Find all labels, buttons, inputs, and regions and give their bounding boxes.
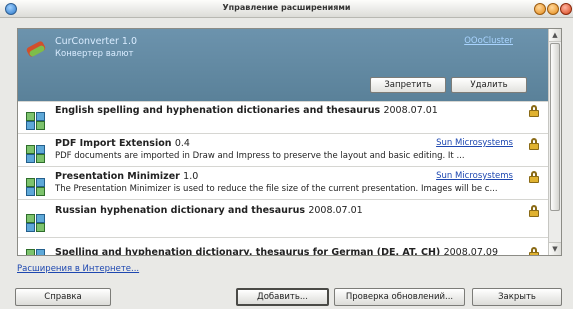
puzzle-icon [25, 111, 47, 131]
lock-icon [529, 205, 539, 217]
disable-button[interactable]: Запретить [370, 77, 446, 93]
puzzle-icon [25, 248, 47, 255]
extension-name-text: Spelling and hyphenation dictionary, the… [55, 247, 441, 256]
extension-name: Russian hyphenation dictionary and thesa… [55, 205, 363, 216]
publisher-link[interactable]: Sun Microsystems [436, 138, 513, 148]
publisher-link[interactable]: OOoCluster [464, 36, 513, 46]
extension-version: 2008.07.01 [383, 105, 438, 116]
extension-version: 2008.07.09 [443, 247, 498, 256]
scrollbar-thumb[interactable] [550, 43, 560, 211]
extension-name: Spelling and hyphenation dictionary, the… [55, 247, 498, 256]
extension-name-text: PDF Import Extension [55, 138, 172, 149]
scroll-up-icon[interactable]: ▲ [549, 29, 561, 42]
extension-item[interactable]: PDF Import Extension 0.4 PDF documents a… [18, 134, 549, 167]
extension-item[interactable]: Spelling and hyphenation dictionary, the… [18, 238, 549, 256]
extension-name-text: English spelling and hyphenation diction… [55, 105, 381, 116]
lock-icon [529, 138, 539, 150]
extension-name: PDF Import Extension 0.4 [55, 138, 190, 149]
lock-icon [529, 105, 539, 117]
extension-item-selected[interactable]: CurConverter 1.0 Конвертер валют OOoClus… [18, 29, 549, 102]
extension-version: 1.0 [183, 171, 199, 182]
extension-version: 1.0 [121, 36, 138, 47]
extension-item[interactable]: English spelling and hyphenation diction… [18, 102, 549, 134]
add-button-label: Добавить... [257, 292, 308, 302]
extension-name: Presentation Minimizer 1.0 [55, 171, 198, 182]
currency-converter-icon [25, 38, 47, 58]
scroll-down-icon[interactable]: ▼ [549, 242, 561, 255]
title-bar[interactable]: Управление расширениями [0, 0, 573, 18]
close-button-label: Закрыть [498, 292, 536, 302]
extension-description: The Presentation Minimizer is used to re… [55, 184, 498, 194]
close-button[interactable]: Закрыть [472, 288, 562, 306]
extension-list[interactable]: CurConverter 1.0 Конвертер валют OOoClus… [17, 28, 562, 256]
extension-item[interactable]: Russian hyphenation dictionary and thesa… [18, 200, 549, 238]
help-button-label: Справка [44, 292, 82, 302]
puzzle-icon [25, 144, 47, 164]
check-updates-button[interactable]: Проверка обновлений... [334, 288, 465, 306]
extension-name-text: Presentation Minimizer [55, 171, 180, 182]
vertical-scrollbar[interactable]: ▲ ▼ [548, 29, 561, 255]
puzzle-icon [25, 177, 47, 197]
close-icon[interactable] [560, 3, 572, 15]
puzzle-icon [25, 213, 47, 233]
extension-name-text: Russian hyphenation dictionary and thesa… [55, 205, 305, 216]
extension-version: 0.4 [174, 138, 190, 149]
add-button[interactable]: Добавить... [236, 288, 329, 306]
extension-description: Конвертер валют [55, 49, 134, 59]
maximize-icon[interactable] [547, 3, 559, 15]
lock-icon [529, 247, 539, 255]
window-title: Управление расширениями [222, 3, 351, 12]
publisher-link[interactable]: Sun Microsystems [436, 171, 513, 181]
help-button[interactable]: Справка [15, 288, 111, 306]
lock-icon [529, 171, 539, 183]
remove-button[interactable]: Удалить [451, 77, 527, 93]
extension-item[interactable]: Presentation Minimizer 1.0 The Presentat… [18, 167, 549, 200]
extension-name-text: CurConverter [55, 36, 119, 47]
extension-name: English spelling and hyphenation diction… [55, 105, 438, 116]
check-updates-button-label: Проверка обновлений... [345, 292, 454, 302]
extension-description: PDF documents are imported in Draw and I… [55, 151, 465, 161]
extension-name: CurConverter 1.0 [55, 36, 137, 47]
extension-version: 2008.07.01 [308, 205, 363, 216]
minimize-icon[interactable] [534, 3, 546, 15]
get-more-extensions-link[interactable]: Расширения в Интернете... [17, 264, 139, 274]
